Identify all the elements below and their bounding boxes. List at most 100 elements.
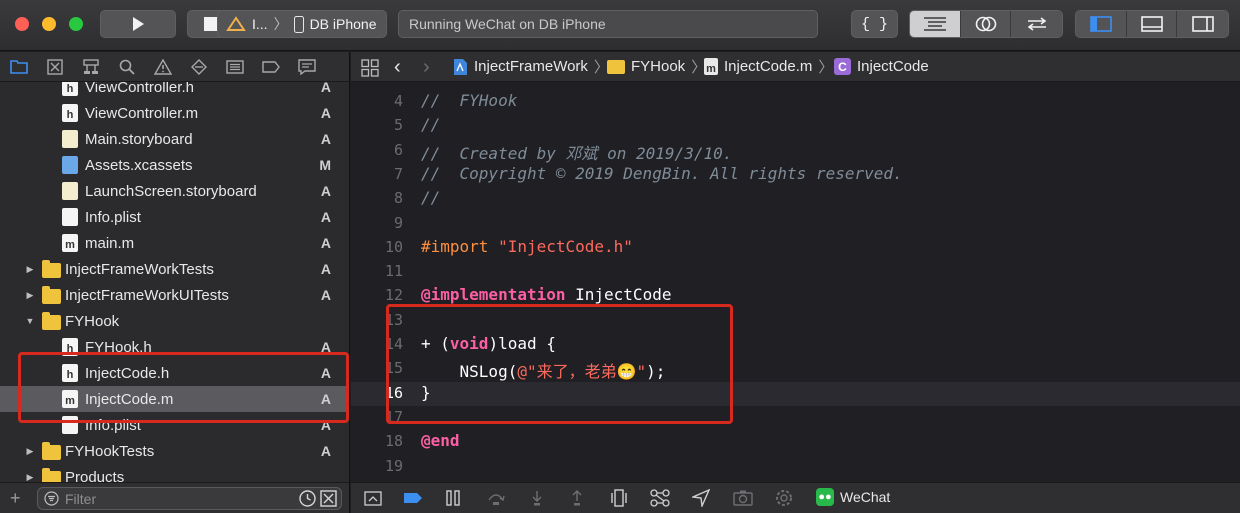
code-line[interactable]: 4 // FYHook bbox=[351, 90, 1240, 114]
line-number[interactable]: 14 bbox=[351, 335, 403, 353]
disclosure-closed-icon[interactable]: ▶ bbox=[25, 290, 35, 300]
minimize-window-button[interactable] bbox=[42, 17, 56, 31]
navigator-row[interactable]: ▶ Products bbox=[0, 464, 349, 482]
code-line[interactable]: 8 // bbox=[351, 187, 1240, 211]
breadcrumb-group[interactable]: FYHook 〉 bbox=[607, 56, 706, 77]
recent-files-clock-icon[interactable] bbox=[299, 490, 316, 507]
toggle-inspector-button[interactable] bbox=[1177, 11, 1228, 37]
line-number[interactable]: 12 bbox=[351, 286, 403, 304]
navigator-row[interactable]: h ViewController.m A bbox=[0, 100, 349, 126]
forward-chevron-icon[interactable]: › bbox=[423, 56, 430, 79]
navigator-row[interactable]: Info.plist A bbox=[0, 412, 349, 438]
version-editor-button[interactable] bbox=[1011, 11, 1062, 37]
source-editor[interactable]: 4 // FYHook 5 // 6 // Created by 邓斌 on 2019/3… bbox=[351, 83, 1240, 482]
breakpoint-icon[interactable] bbox=[260, 57, 282, 77]
line-number[interactable]: 9 bbox=[351, 214, 403, 232]
step-into-icon[interactable] bbox=[527, 489, 547, 507]
navigator-row[interactable]: m InjectCode.m A bbox=[0, 386, 349, 412]
run-button[interactable] bbox=[100, 10, 176, 38]
line-number[interactable]: 13 bbox=[351, 311, 403, 329]
navigator-row[interactable]: h InjectCode.h A bbox=[0, 360, 349, 386]
navigator-row[interactable]: h FYHook.h A bbox=[0, 334, 349, 360]
navigator-row[interactable]: ▼ FYHook bbox=[0, 308, 349, 334]
pause-icon[interactable] bbox=[443, 489, 463, 507]
code-line[interactable]: 18 @end bbox=[351, 430, 1240, 454]
view-hierarchy-icon[interactable] bbox=[609, 489, 629, 507]
location-arrow-icon[interactable] bbox=[691, 489, 711, 507]
navigator-row[interactable]: Assets.xcassets M bbox=[0, 152, 349, 178]
breakpoints-toggle-icon[interactable] bbox=[403, 489, 423, 507]
search-icon[interactable] bbox=[116, 57, 138, 77]
line-number[interactable]: 10 bbox=[351, 238, 403, 256]
code-line[interactable]: 10 #import "InjectCode.h" bbox=[351, 236, 1240, 260]
navigator-row[interactable]: ▶ FYHookTests A bbox=[0, 438, 349, 464]
code-line[interactable]: 13 bbox=[351, 309, 1240, 333]
jump-bar: ‹ › InjectFrameWork 〉 FYHook 〉 m InjectC… bbox=[351, 52, 1240, 82]
hide-debug-area-icon[interactable] bbox=[363, 489, 383, 507]
breadcrumb-file[interactable]: m InjectCode.m 〉 bbox=[704, 56, 833, 77]
code-line[interactable]: 6 // Created by 邓斌 on 2019/3/10. bbox=[351, 139, 1240, 163]
memory-graph-icon[interactable] bbox=[650, 489, 670, 507]
zoom-window-button[interactable] bbox=[69, 17, 83, 31]
breadcrumb-symbol[interactable]: C InjectCode bbox=[834, 58, 929, 75]
disclosure-closed-icon[interactable]: ▶ bbox=[25, 446, 35, 456]
toggle-navigator-button[interactable] bbox=[1076, 11, 1127, 37]
standard-editor-button[interactable] bbox=[910, 11, 961, 37]
disclosure-closed-icon[interactable]: ▶ bbox=[25, 264, 35, 274]
navigator-row[interactable]: ▶ InjectFrameWorkTests A bbox=[0, 256, 349, 282]
camera-icon[interactable] bbox=[733, 489, 753, 507]
navigator-row[interactable]: LaunchScreen.storyboard A bbox=[0, 178, 349, 204]
step-out-icon[interactable] bbox=[567, 489, 587, 507]
test-diamond-icon[interactable] bbox=[188, 57, 210, 77]
navigator-row[interactable]: Info.plist A bbox=[0, 204, 349, 230]
code-line[interactable]: 12 @implementation InjectCode bbox=[351, 284, 1240, 308]
process-selector[interactable]: ●● WeChat bbox=[816, 488, 890, 506]
line-number[interactable]: 7 bbox=[351, 165, 403, 183]
assistant-editor-button[interactable] bbox=[960, 11, 1012, 37]
step-over-icon[interactable] bbox=[486, 489, 506, 507]
line-number[interactable]: 11 bbox=[351, 262, 403, 280]
code-line[interactable]: 11 bbox=[351, 260, 1240, 284]
filter-field[interactable]: Filter bbox=[37, 487, 342, 510]
code-line[interactable]: 17 bbox=[351, 406, 1240, 430]
environment-gear-icon[interactable] bbox=[774, 489, 794, 507]
source-control-status-badge: A bbox=[320, 365, 331, 381]
scheme-selector[interactable]: I... 〉 DB iPhone bbox=[217, 10, 387, 38]
breadcrumb-project[interactable]: InjectFrameWork 〉 bbox=[453, 56, 609, 77]
code-line[interactable]: 15 NSLog(@"来了，老弟😁"); bbox=[351, 357, 1240, 381]
line-number[interactable]: 15 bbox=[351, 359, 403, 377]
navigator-row[interactable]: m main.m A bbox=[0, 230, 349, 256]
add-icon[interactable]: + bbox=[10, 488, 21, 509]
navigator-row[interactable]: h ViewController.h A bbox=[0, 82, 349, 100]
code-line[interactable]: 5 // bbox=[351, 114, 1240, 138]
source-control-icon[interactable] bbox=[44, 57, 66, 77]
back-chevron-icon[interactable]: ‹ bbox=[394, 56, 401, 79]
line-number[interactable]: 18 bbox=[351, 432, 403, 450]
warning-icon[interactable] bbox=[152, 57, 174, 77]
folder-icon[interactable] bbox=[8, 57, 30, 77]
line-number[interactable]: 16 bbox=[351, 384, 403, 402]
navigator-row[interactable]: ▶ InjectFrameWorkUITests A bbox=[0, 282, 349, 308]
line-number[interactable]: 19 bbox=[351, 457, 403, 475]
symbol-hierarchy-icon[interactable] bbox=[80, 57, 102, 77]
code-line[interactable]: 14 + (void)load { bbox=[351, 333, 1240, 357]
navigator-row[interactable]: Main.storyboard A bbox=[0, 126, 349, 152]
code-line[interactable]: 19 bbox=[351, 455, 1240, 479]
related-items-grid-icon[interactable] bbox=[361, 59, 379, 77]
close-window-button[interactable] bbox=[15, 17, 29, 31]
debug-list-icon[interactable] bbox=[224, 57, 246, 77]
line-number[interactable]: 4 bbox=[351, 92, 403, 110]
disclosure-closed-icon[interactable]: ▶ bbox=[25, 472, 35, 482]
line-number[interactable]: 5 bbox=[351, 116, 403, 134]
code-line[interactable]: 7 // Copyright © 2019 DengBin. All rights… bbox=[351, 163, 1240, 187]
report-icon[interactable] bbox=[296, 57, 318, 77]
library-button[interactable]: { } bbox=[851, 10, 898, 38]
line-number[interactable]: 8 bbox=[351, 189, 403, 207]
line-number[interactable]: 6 bbox=[351, 141, 403, 159]
code-line[interactable]: 16} bbox=[351, 381, 1240, 406]
source-control-filter-icon[interactable] bbox=[320, 490, 337, 507]
disclosure-open-icon[interactable]: ▼ bbox=[25, 316, 35, 326]
code-line[interactable]: 9 bbox=[351, 212, 1240, 236]
line-number[interactable]: 17 bbox=[351, 408, 403, 426]
toggle-debug-area-button[interactable] bbox=[1126, 11, 1178, 37]
